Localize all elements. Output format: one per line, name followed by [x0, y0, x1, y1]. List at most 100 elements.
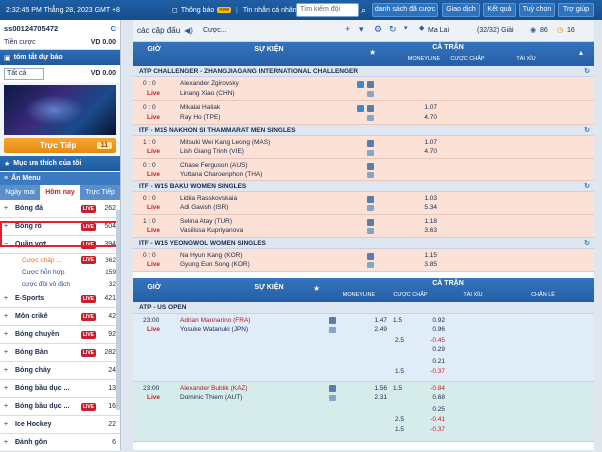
handicap-odd[interactable]: 0.96 — [421, 326, 445, 333]
handicap-odd[interactable]: -0.41 — [421, 416, 445, 423]
moneyline-away[interactable]: 2.31 — [363, 394, 387, 401]
sport-item[interactable]: + Bóng bầu dục ... 13 — [0, 380, 120, 398]
search-input[interactable]: Tìm kiếm đội — [296, 3, 359, 17]
tab-live[interactable]: Trực Tiếp — [80, 185, 120, 200]
moneyline-home[interactable]: 1.56 — [363, 385, 387, 392]
moneyline-away[interactable]: 2.49 — [363, 326, 387, 333]
sport-item[interactable]: + E-Sports LIVE 421 — [0, 290, 120, 308]
sport-item[interactable]: + Ice Hockey 22 — [0, 416, 120, 434]
sport-item[interactable]: + Bóng bầu dục ... LIVE 16 — [0, 398, 120, 416]
handicap-odd[interactable]: -0.37 — [421, 368, 445, 375]
sport-item[interactable]: + Bóng chuyền LIVE 92 — [0, 326, 120, 344]
handicap-odd[interactable]: 0.92 — [421, 317, 445, 324]
refresh-icon[interactable]: ↻ — [584, 182, 590, 190]
summary-header[interactable]: ▣ tóm tắt dự báo — [0, 50, 120, 65]
mode-select[interactable]: Cược... — [203, 27, 227, 34]
bet-list-button[interactable]: danh sách đã cược — [372, 3, 438, 17]
stats-icon[interactable] — [367, 262, 374, 268]
moneyline-away[interactable]: 3.85 — [413, 261, 437, 268]
search-icon[interactable]: ⌕ — [361, 4, 371, 16]
stats-icon[interactable] — [367, 150, 374, 156]
handicap-odd[interactable]: -0.37 — [421, 426, 445, 433]
add-icon[interactable]: + — [345, 24, 350, 34]
summary-select[interactable]: Tất cả — [4, 67, 44, 80]
league-row[interactable]: ITF - W15 BAKU WOMEN SINGLES ↻ — [133, 181, 594, 192]
sport-item[interactable]: + Bóng đá LIVE 262 — [0, 200, 120, 218]
promo-banner[interactable] — [4, 85, 116, 135]
sub-item-handicap[interactable]: Cược chấp ... LIVE 362 — [0, 254, 120, 266]
chevron-down-icon[interactable]: ▾ — [359, 24, 364, 35]
sub-item-parlay[interactable]: Cược hỗn hợp 159 — [0, 266, 120, 278]
handicap-odd[interactable]: 0.68 — [421, 394, 445, 401]
refresh-icon[interactable]: ↻ — [584, 239, 590, 247]
stats-icon[interactable] — [329, 327, 336, 333]
refresh-icon[interactable]: ↻ — [389, 24, 397, 35]
tab-today[interactable]: Hôm nay — [40, 185, 80, 200]
announcements[interactable]: ◻ Thông báo new | Tin nhắn cá nhân — [172, 6, 297, 15]
sport-item[interactable]: + Bóng chày 24 — [0, 362, 120, 380]
live-button[interactable]: Trực Tiếp 11 — [4, 138, 116, 153]
settings-icon[interactable]: ⚙ — [374, 24, 382, 35]
favorite-plus-icon[interactable] — [329, 385, 336, 392]
moneyline-away[interactable]: 4.70 — [413, 148, 437, 155]
moneyline-home[interactable]: 1.18 — [413, 218, 437, 225]
favorite-plus-icon[interactable] — [367, 196, 374, 203]
sub-item-outright[interactable]: cược đồi vô địch 32 — [0, 278, 120, 290]
star-icon[interactable]: ★ — [369, 48, 376, 57]
favorites-header[interactable]: ★ Mục ưa thích của tôi — [0, 156, 120, 171]
sport-item[interactable]: + Bóng Bàn LIVE 282 — [0, 344, 120, 362]
moneyline-home[interactable]: 1.07 — [413, 104, 437, 111]
refresh-icon[interactable]: ↻ — [584, 126, 590, 134]
moneyline-home[interactable]: 1.47 — [363, 317, 387, 324]
handicap-odd[interactable]: -0.84 — [421, 385, 445, 392]
sort-icon[interactable]: ▾ — [404, 24, 408, 32]
sport-item[interactable]: + Môn crikê LIVE 42 — [0, 308, 120, 326]
refresh-icon[interactable]: ↻ — [584, 67, 590, 75]
league-row[interactable]: ITF - W15 YEONGWOL WOMEN SINGLES ↻ — [133, 238, 594, 249]
odds-type-select[interactable]: Ma Lai — [428, 27, 449, 34]
league-row[interactable]: ATP - US OPEN — [133, 302, 594, 314]
stats-icon[interactable] — [367, 115, 374, 121]
hide-menu-toggle[interactable]: ≡ Ẩn Menu — [0, 172, 120, 185]
star-icon[interactable]: ★ — [313, 284, 320, 293]
stats-icon[interactable] — [367, 228, 374, 234]
favorite-plus-icon[interactable] — [329, 317, 336, 324]
favorite-plus-icon[interactable] — [367, 253, 374, 260]
sport-item[interactable]: + Đánh gôn 6 — [0, 434, 120, 452]
league-row[interactable]: ITF - M15 NAKHON SI THAMMARAT MEN SINGLE… — [133, 125, 594, 136]
moneyline-away[interactable]: 4.70 — [413, 114, 437, 121]
transactions-button[interactable]: Giao dịch — [442, 3, 480, 17]
moneyline-home[interactable]: 1.03 — [413, 195, 437, 202]
stats-icon[interactable] — [367, 205, 374, 211]
help-button[interactable]: Trợ giúp — [558, 3, 594, 17]
stats-icon[interactable] — [367, 172, 374, 178]
favorite-plus-icon[interactable] — [367, 163, 374, 170]
favorite-plus-icon[interactable] — [367, 105, 374, 112]
refresh-icon[interactable]: C — [111, 24, 116, 33]
league-row[interactable]: ATP CHALLENGER - ZHANGJIAGANG INTERNATIO… — [133, 66, 594, 77]
handicap-odd[interactable]: -0.45 — [421, 337, 445, 344]
moneyline-home[interactable]: 1.07 — [413, 139, 437, 146]
favorite-plus-icon[interactable] — [367, 81, 374, 88]
stats-icon[interactable] — [329, 395, 336, 401]
results-button[interactable]: Kết quả — [483, 3, 516, 17]
handicap-odd[interactable]: 0.29 — [421, 346, 445, 353]
handicap-odd[interactable]: 0.21 — [421, 358, 445, 365]
tv-icon[interactable] — [357, 105, 364, 112]
league-counter[interactable]: (32/32) Giải — [477, 27, 514, 34]
messages-link[interactable]: Tin nhắn cá nhân — [243, 7, 297, 14]
account-row: ss00124705472 C — [0, 20, 120, 36]
moneyline-away[interactable]: 5.34 — [413, 204, 437, 211]
tv-icon[interactable] — [357, 81, 364, 88]
handicap-odd[interactable]: 0.25 — [421, 406, 445, 413]
options-button[interactable]: Tuỳ chọn — [519, 3, 555, 17]
tab-tomorrow[interactable]: Ngày mai — [0, 185, 40, 200]
stats-icon[interactable] — [367, 91, 374, 97]
favorite-plus-icon[interactable] — [367, 219, 374, 226]
moneyline-home[interactable]: 1.15 — [413, 252, 437, 259]
speaker-icon[interactable]: ◀) — [184, 26, 193, 35]
moneyline-away[interactable]: 3.63 — [413, 227, 437, 234]
favorite-plus-icon[interactable] — [367, 140, 374, 147]
collapse-icon[interactable]: ▴ — [579, 48, 583, 57]
sidebar-scrollbar[interactable] — [116, 210, 120, 410]
